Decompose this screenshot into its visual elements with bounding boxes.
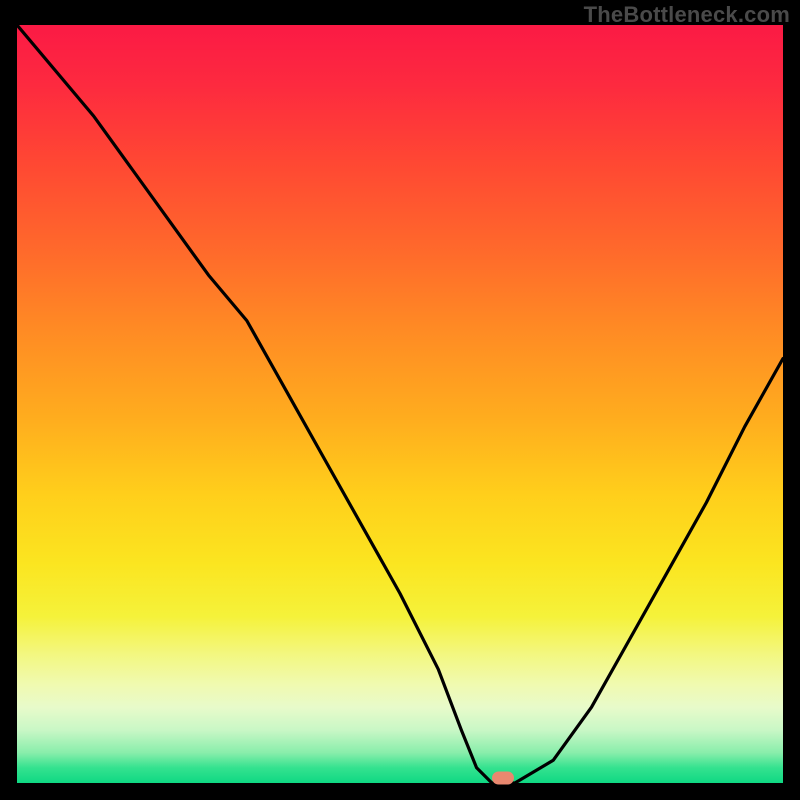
curve-path <box>17 25 783 783</box>
plot-area <box>17 25 783 783</box>
optimal-point-marker <box>492 772 514 785</box>
chart-frame: TheBottleneck.com <box>0 0 800 800</box>
bottleneck-curve <box>17 25 783 783</box>
